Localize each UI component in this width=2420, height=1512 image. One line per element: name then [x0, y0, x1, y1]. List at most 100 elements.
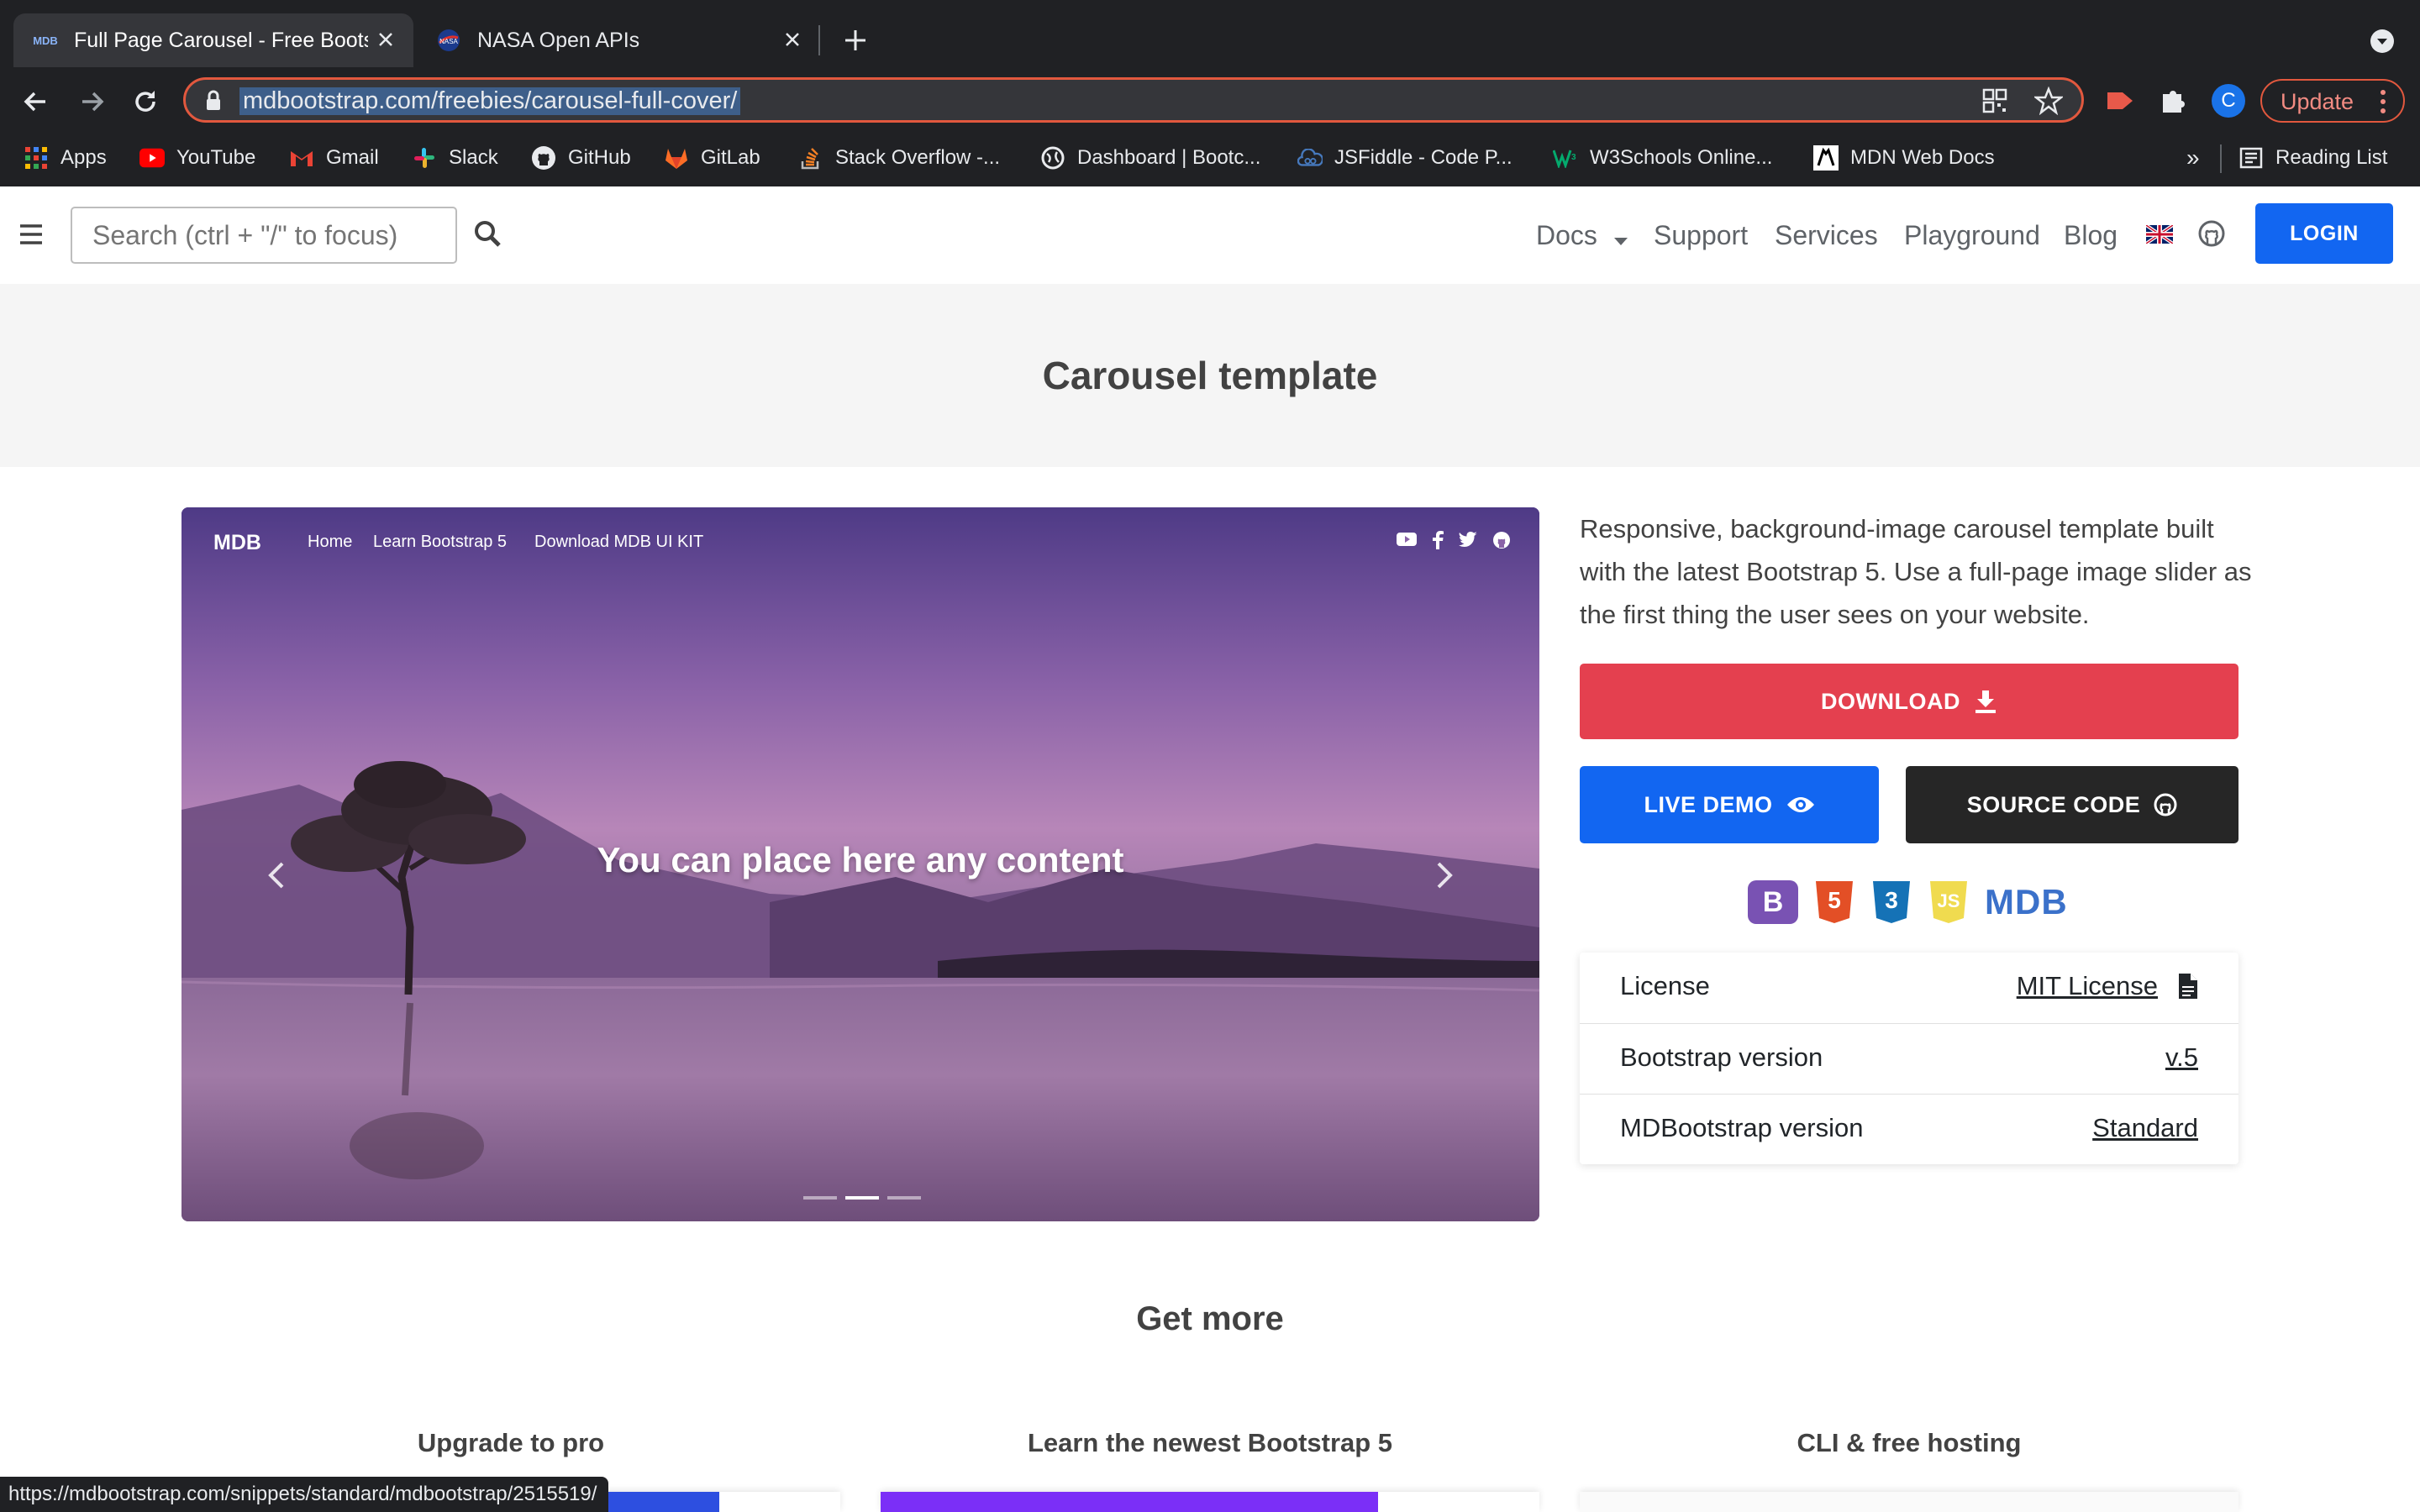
template-description: Responsive, background-image carousel te…	[1580, 514, 2252, 629]
nav-blog[interactable]: Blog	[2064, 220, 2118, 251]
tab-close-icon[interactable]	[371, 25, 400, 54]
live-demo-button[interactable]: LIVE DEMO	[1580, 766, 1879, 843]
css3-logo-icon: 3	[1870, 880, 1912, 924]
hero-section: Carousel template	[0, 284, 2420, 467]
caret-down-icon	[1613, 222, 1628, 253]
mdn-icon	[1813, 145, 1839, 171]
bootstrap-version-link[interactable]: v.5	[2165, 1042, 2198, 1073]
forward-icon[interactable]	[76, 86, 108, 118]
new-tab-icon[interactable]	[840, 25, 871, 55]
bookmark-w3schools[interactable]: 3 W3Schools Online...	[1553, 141, 1772, 175]
reload-icon[interactable]	[129, 86, 161, 118]
extensions-puzzle-icon[interactable]	[2158, 86, 2188, 120]
qr-code-icon[interactable]	[1982, 88, 2007, 118]
twitter-icon[interactable]	[1459, 531, 1477, 554]
github-icon[interactable]	[2198, 220, 2225, 251]
bookmark-label: Dashboard | Bootc...	[1077, 146, 1261, 169]
bookmark-label: GitHub	[568, 146, 631, 169]
tab-search-icon[interactable]	[2370, 29, 2395, 54]
globe-icon	[1040, 145, 1065, 171]
tab-title: Full Page Carousel - Free Bootst	[74, 28, 368, 52]
bookmark-stackoverflow[interactable]: Stack Overflow -...	[798, 141, 1000, 175]
reading-list-button[interactable]: Reading List	[2238, 141, 2387, 175]
license-link[interactable]: MIT License	[2017, 971, 2158, 1001]
update-button[interactable]: Update	[2260, 79, 2405, 123]
card-image-learn	[881, 1492, 1539, 1512]
info-row-bootstrap: Bootstrap version v.5	[1580, 1023, 2238, 1094]
html5-logo-icon: 5	[1813, 880, 1855, 924]
preview-nav-home[interactable]: Home	[308, 533, 352, 552]
back-icon[interactable]	[20, 86, 52, 118]
tab-nasa[interactable]: NASA NASA Open APIs	[420, 13, 820, 67]
carousel-indicator[interactable]	[887, 1196, 921, 1200]
nasa-favicon-icon: NASA	[435, 27, 462, 54]
github-icon[interactable]	[1492, 531, 1511, 554]
page-title: Carousel template	[1042, 354, 1378, 397]
tab-active[interactable]: MDB Full Page Carousel - Free Bootst	[13, 13, 413, 67]
address-bar[interactable]: mdbootstrap.com/freebies/carousel-full-c…	[183, 77, 2084, 123]
preview-social-icons	[1397, 531, 1511, 554]
bookmark-mdn[interactable]: MDN Web Docs	[1813, 141, 1995, 175]
profile-initial: C	[2221, 89, 2236, 112]
info-row-mdb: MDBootstrap version Standard	[1580, 1094, 2238, 1164]
bookmark-youtube[interactable]: YouTube	[139, 141, 255, 175]
bookmark-dashboard[interactable]: Dashboard | Bootc...	[1040, 141, 1260, 175]
url-text[interactable]: mdbootstrap.com/freebies/carousel-full-c…	[239, 87, 741, 115]
card-title-upgrade: Upgrade to pro	[417, 1428, 605, 1457]
facebook-icon[interactable]	[1432, 531, 1444, 554]
nav-services[interactable]: Services	[1775, 220, 1878, 251]
bookmark-gitlab[interactable]: GitLab	[664, 141, 760, 175]
card-image-shape	[602, 1492, 719, 1512]
bookmark-label: JSFiddle - Code P...	[1334, 146, 1512, 169]
cast-extension-icon[interactable]	[2102, 84, 2136, 122]
menu-dots-icon[interactable]	[2380, 89, 2386, 120]
bookmark-github[interactable]: GitHub	[531, 141, 631, 175]
bookmark-star-icon[interactable]	[2033, 86, 2065, 119]
carousel-indicator-active[interactable]	[845, 1196, 879, 1200]
bookmark-apps[interactable]: Apps	[24, 141, 107, 175]
preview-nav-download[interactable]: Download MDB UI KIT	[534, 533, 703, 552]
preview-nav-learn[interactable]: Learn Bootstrap 5	[373, 533, 507, 552]
carousel-preview[interactable]: MDB Home Learn Bootstrap 5 Download MDB …	[182, 507, 1539, 1221]
source-code-button[interactable]: SOURCE CODE	[1906, 766, 2238, 843]
overflow-label: »	[2186, 144, 2200, 171]
status-bar-url: https://mdbootstrap.com/snippets/standar…	[0, 1477, 609, 1512]
svg-text:3: 3	[1571, 153, 1576, 162]
bookmark-slack[interactable]: Slack	[412, 141, 498, 175]
bookmark-label: MDN Web Docs	[1850, 146, 1995, 169]
nav-docs[interactable]: Docs	[1536, 220, 1628, 253]
preview-brand[interactable]: MDB	[213, 531, 261, 555]
bookmark-label: Stack Overflow -...	[835, 146, 1001, 169]
eye-icon	[1786, 795, 1815, 815]
youtube-icon[interactable]	[1397, 531, 1417, 554]
download-label: DOWNLOAD	[1821, 688, 1960, 714]
info-label: Bootstrap version	[1620, 1042, 1823, 1072]
github-icon	[531, 145, 556, 171]
login-button[interactable]: LOGIN	[2255, 203, 2393, 264]
w3schools-icon: 3	[1553, 145, 1578, 171]
download-button[interactable]: DOWNLOAD	[1580, 664, 2238, 739]
mdb-version-link[interactable]: Standard	[2092, 1113, 2198, 1143]
site-navbar: Docs Support Services Playground Blog LO…	[0, 186, 2420, 284]
source-code-label: SOURCE CODE	[1966, 791, 2141, 817]
slack-icon	[412, 145, 437, 171]
get-more-title: Get more	[1136, 1300, 1284, 1337]
badge-text: 5	[1828, 887, 1841, 913]
carousel-indicator[interactable]	[803, 1196, 837, 1200]
uk-flag-icon[interactable]	[2144, 223, 2175, 248]
search-input[interactable]	[71, 207, 457, 264]
card-image-shape	[881, 1492, 1378, 1512]
search-icon[interactable]	[472, 218, 502, 253]
bookmarks-overflow-button[interactable]: »	[2186, 141, 2200, 175]
update-label: Update	[2281, 89, 2354, 114]
profile-avatar[interactable]: C	[2212, 84, 2245, 118]
bootstrap-logo-icon: B	[1748, 880, 1798, 924]
bookmark-label: GitLab	[701, 146, 760, 169]
bookmark-jsfiddle[interactable]: JSFiddle - Code P...	[1297, 141, 1512, 175]
nav-playground[interactable]: Playground	[1904, 220, 2040, 251]
nav-support[interactable]: Support	[1654, 220, 1748, 251]
tab-close-icon[interactable]	[778, 25, 807, 54]
bookmark-gmail[interactable]: Gmail	[289, 141, 379, 175]
hamburger-menu-icon[interactable]	[18, 223, 44, 249]
nav-docs-label: Docs	[1536, 220, 1597, 250]
